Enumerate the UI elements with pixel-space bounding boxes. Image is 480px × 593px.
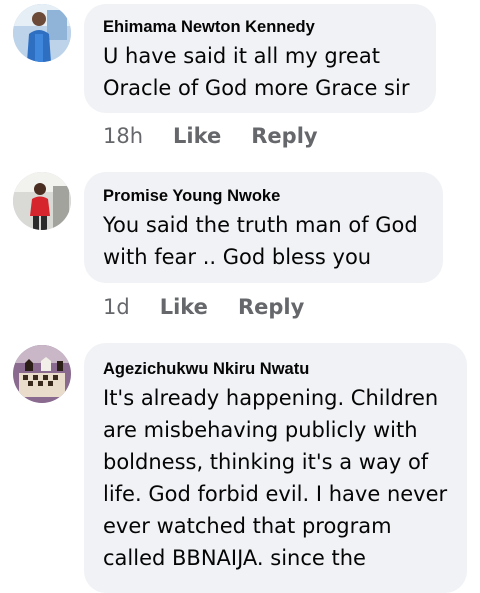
like-button[interactable]: Like: [160, 295, 208, 319]
comment-3: Agezichukwu Nkiru Nwatu It's already hap…: [0, 343, 480, 593]
avatar-photo-icon: [13, 4, 71, 62]
comment-author[interactable]: Promise Young Nwoke: [103, 185, 425, 207]
comment-text: You said the truth man of God with fear …: [103, 213, 418, 269]
avatar[interactable]: [13, 172, 71, 230]
like-button[interactable]: Like: [173, 124, 221, 148]
comment-timestamp[interactable]: 18h: [103, 124, 143, 148]
comment-timestamp[interactable]: 1d: [103, 295, 130, 319]
comment-bubble: Ehimama Newton Kennedy U have said it al…: [84, 4, 436, 113]
avatar[interactable]: [13, 345, 71, 403]
comment-bubble: Agezichukwu Nkiru Nwatu It's already hap…: [84, 343, 467, 593]
comment-author[interactable]: Agezichukwu Nkiru Nwatu: [103, 358, 449, 380]
avatar-photo-icon: [13, 172, 71, 230]
avatar[interactable]: [13, 4, 71, 62]
comment-bubble: Promise Young Nwoke You said the truth m…: [84, 172, 443, 283]
comment-text: It's already happening. Children are mis…: [103, 386, 448, 570]
comment-author[interactable]: Ehimama Newton Kennedy: [103, 16, 418, 38]
comment-1: Ehimama Newton Kennedy U have said it al…: [0, 0, 480, 160]
comment-text: U have said it all my great Oracle of Go…: [103, 44, 410, 100]
reply-button[interactable]: Reply: [251, 124, 317, 148]
comment-actions: 1d Like Reply: [103, 295, 304, 319]
comment-2: Promise Young Nwoke You said the truth m…: [0, 170, 480, 330]
comment-actions: 18h Like Reply: [103, 124, 318, 148]
avatar-photo-icon: [13, 345, 71, 403]
reply-button[interactable]: Reply: [238, 295, 304, 319]
